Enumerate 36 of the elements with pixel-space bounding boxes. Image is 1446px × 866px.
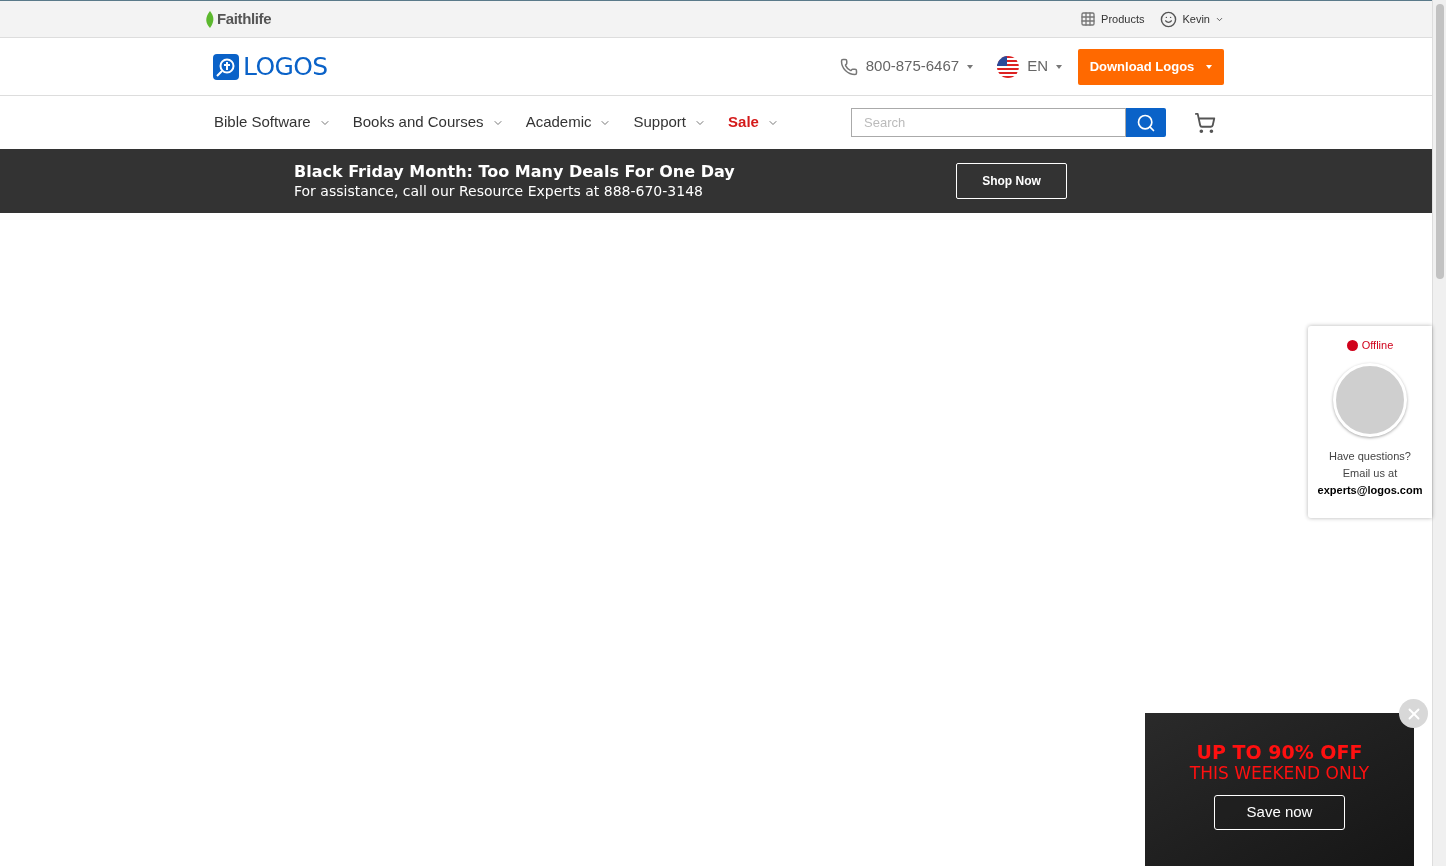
save-now-button[interactable]: Save now xyxy=(1214,795,1345,830)
search-field[interactable]: Search xyxy=(851,108,1126,137)
phone-icon xyxy=(839,57,858,76)
scrollbar[interactable] xyxy=(1432,0,1446,866)
logo-icon xyxy=(213,53,239,80)
status-label: Offline xyxy=(1361,338,1394,353)
banner-subtitle: For assistance, call our Resource Experts at 888-670-3148 xyxy=(294,182,704,200)
caret-icon xyxy=(967,64,974,69)
caret-icon xyxy=(1206,64,1213,69)
grid-icon xyxy=(1080,11,1097,27)
cart-icon[interactable] xyxy=(1194,111,1216,134)
logo-text[interactable]: LOGOS xyxy=(243,47,328,86)
leaf-icon xyxy=(204,10,215,28)
chat-text: Have questions? xyxy=(1329,448,1411,464)
flag-icon xyxy=(997,55,1020,78)
search-button[interactable] xyxy=(1126,108,1166,137)
language-selector[interactable]: EN xyxy=(997,55,1062,78)
chat-text: Email us at xyxy=(1342,465,1398,481)
caret-icon xyxy=(1056,64,1062,69)
banner-title: Black Friday Month: Too Many Deals For One Day xyxy=(294,162,735,182)
close-button[interactable] xyxy=(1399,699,1428,728)
nav-item[interactable]: Support xyxy=(633,111,707,134)
promo-headline: UP TO 90% OFF xyxy=(1196,741,1363,763)
products-link[interactable]: Products xyxy=(1080,10,1145,28)
nav-item[interactable]: Academic xyxy=(525,111,612,134)
search-icon xyxy=(1136,112,1156,133)
nav-item[interactable]: Books and Courses xyxy=(352,111,504,134)
brand-name[interactable]: Faithlife xyxy=(217,7,272,31)
nav-item[interactable]: Sale xyxy=(728,111,779,134)
avatar-icon xyxy=(1160,10,1178,28)
shop-now-button[interactable]: Shop Now xyxy=(956,163,1067,199)
phone-link[interactable]: 800-875-6467 xyxy=(839,55,974,78)
user-menu[interactable]: Kevin xyxy=(1160,10,1224,28)
nav-item[interactable]: Bible Software xyxy=(214,111,331,134)
email-link[interactable]: experts@logos.com xyxy=(1317,481,1423,499)
promo-subline: THIS WEEKEND ONLY xyxy=(1189,763,1370,783)
